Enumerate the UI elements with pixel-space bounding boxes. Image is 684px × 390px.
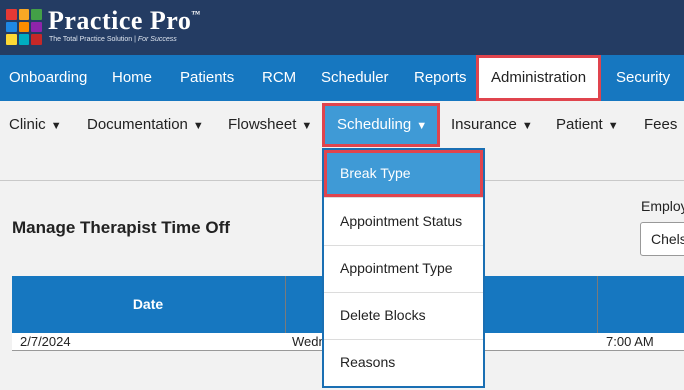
menu-item-break-type[interactable]: Break Type (324, 150, 483, 197)
nav-onboarding[interactable]: Onboarding (9, 55, 87, 101)
subnav-clinic[interactable]: Clinic ▼ (9, 101, 62, 149)
nav-reports[interactable]: Reports (414, 55, 467, 101)
subnav-label: Flowsheet (228, 116, 297, 133)
subnav-patient[interactable]: Patient ▼ (556, 101, 619, 149)
caret-down-icon: ▼ (521, 120, 533, 132)
menu-item-appointment-type[interactable]: Appointment Type (324, 245, 483, 292)
subnav-label: Clinic (9, 116, 46, 133)
caret-down-icon: ▼ (192, 120, 204, 132)
employee-label: Employ (641, 198, 684, 214)
cell-time: 7:00 AM (606, 334, 654, 349)
nav-scheduler[interactable]: Scheduler (321, 55, 389, 101)
nav-administration[interactable]: Administration (476, 55, 602, 101)
menu-item-delete-blocks[interactable]: Delete Blocks (324, 292, 483, 339)
subnav-label: Scheduling (337, 116, 412, 133)
caret-down-icon: ▼ (50, 120, 62, 132)
scheduling-dropdown: Break Type Appointment Status Appointmen… (322, 148, 485, 388)
subnav-label: Fees (644, 116, 678, 133)
app-header: Practice Pro™ The Total Practice Solutio… (0, 0, 684, 55)
employee-select[interactable]: Chels (640, 222, 684, 256)
page-title: Manage Therapist Time Off (12, 218, 230, 237)
nav-patients[interactable]: Patients (180, 55, 234, 101)
subnav-fees[interactable]: Fees (644, 101, 677, 149)
caret-down-icon: ▼ (301, 120, 313, 132)
menu-item-reasons[interactable]: Reasons (324, 339, 483, 386)
cell-date: 2/7/2024 (20, 334, 71, 349)
caret-down-icon: ▼ (607, 120, 619, 132)
subnav-documentation[interactable]: Documentation ▼ (87, 101, 204, 149)
nav-home[interactable]: Home (112, 55, 152, 101)
main-nav: Onboarding Home Patients RCM Scheduler R… (0, 55, 684, 101)
nav-security[interactable]: Security (616, 55, 670, 101)
column-header-date[interactable]: Date (12, 276, 284, 333)
subnav-label: Insurance (451, 116, 517, 133)
caret-down-icon: ▼ (416, 120, 428, 132)
subnav-label: Patient (556, 116, 603, 133)
nav-rcm[interactable]: RCM (262, 55, 296, 101)
subnav-insurance[interactable]: Insurance ▼ (451, 101, 533, 149)
logo-icon (6, 9, 42, 45)
admin-subnav: Clinic ▼ Documentation ▼ Flowsheet ▼ Schedu… (0, 101, 684, 149)
brand-title: Practice Pro™ (48, 6, 201, 35)
menu-item-appointment-status[interactable]: Appointment Status (324, 198, 483, 245)
subnav-flowsheet[interactable]: Flowsheet ▼ (228, 101, 312, 149)
subnav-label: Documentation (87, 116, 188, 133)
subnav-scheduling[interactable]: Scheduling ▼ (322, 103, 441, 147)
brand-subtitle: The Total Practice Solution | For Succes… (49, 36, 177, 43)
